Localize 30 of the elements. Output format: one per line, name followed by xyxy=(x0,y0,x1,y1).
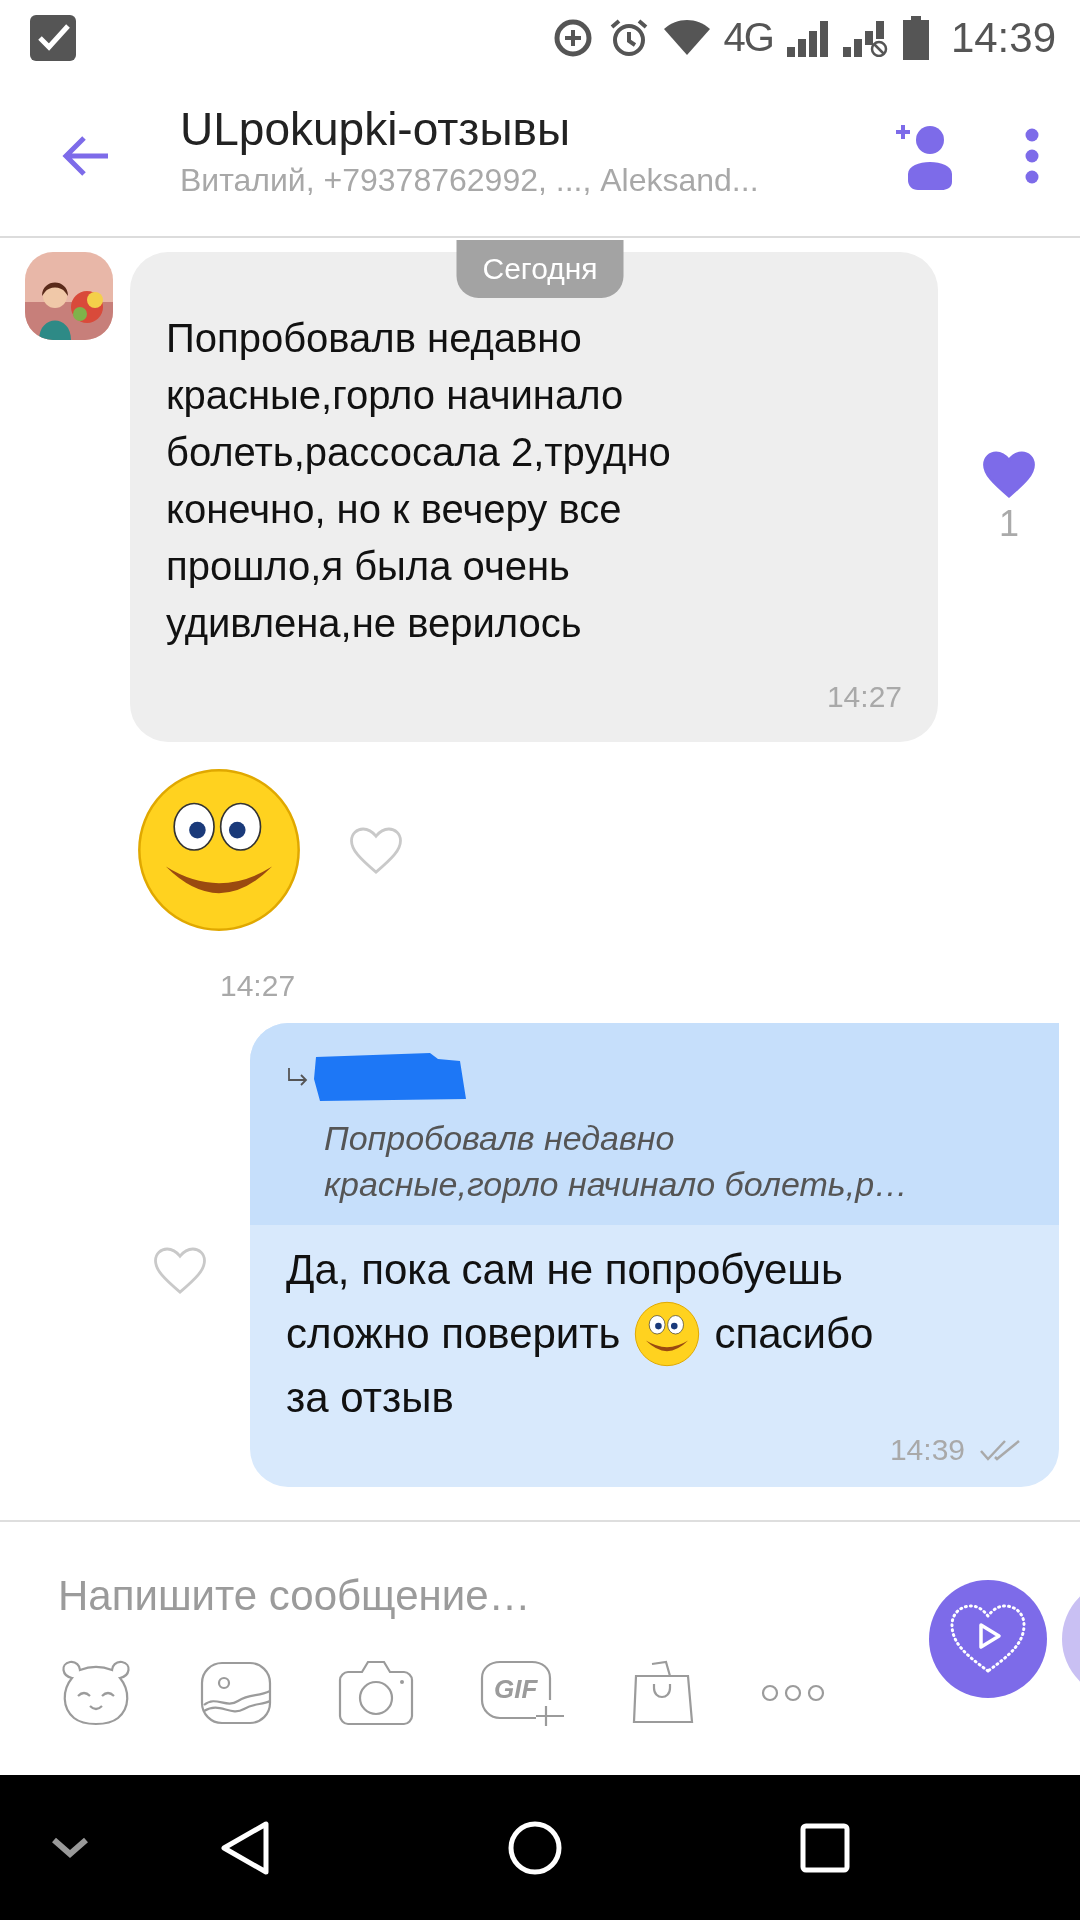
camera-icon[interactable] xyxy=(338,1659,414,1726)
wifi-icon xyxy=(663,18,710,57)
more-icon[interactable] xyxy=(760,1682,826,1703)
more-options-icon[interactable] xyxy=(1024,126,1040,185)
heart-play-icon xyxy=(948,1602,1028,1675)
liked-heart-icon[interactable] xyxy=(981,449,1037,499)
message-time: 14:27 xyxy=(220,969,297,1003)
date-badge: Сегодня xyxy=(456,240,624,298)
shopping-bag-icon[interactable] xyxy=(632,1659,694,1726)
message-text: Да, пока сам не попробуешь xyxy=(286,1246,843,1294)
signal-icon xyxy=(842,18,889,57)
message-time: 14:27 xyxy=(826,680,902,714)
smiley-emoji-icon xyxy=(634,1301,701,1367)
participants-list: Виталий, +79378762992, ..., Aleksand... xyxy=(180,162,759,199)
like-count: 1 xyxy=(999,503,1019,545)
chat-title: ULpokupki-отзывы xyxy=(180,102,571,156)
signal-icon xyxy=(786,18,829,57)
quote-text: Попробовалв недавно красные,горло начинало болеть,р… xyxy=(324,1118,910,1205)
clock: 14:39 xyxy=(950,13,1056,62)
message-text: сложно поверить xyxy=(286,1310,621,1358)
network-type: 4G xyxy=(723,15,773,60)
message-text: Попробовалв недавно красные,горло начинало болеть,рассосала 2,трудно конечно, но к вечеру все прошло,я была очень удивлена,не верилось xyxy=(166,315,672,647)
message-text: за отзыв xyxy=(286,1374,454,1422)
message-text: спасибо xyxy=(714,1310,874,1358)
battery-icon xyxy=(902,15,929,60)
gif-button[interactable]: GIF xyxy=(480,1659,566,1726)
message-input[interactable]: Напишите сообщение… xyxy=(58,1571,618,1620)
gallery-icon[interactable] xyxy=(200,1660,272,1725)
checkbox-icon xyxy=(28,12,78,63)
message-time: 14:39 xyxy=(889,1433,965,1467)
